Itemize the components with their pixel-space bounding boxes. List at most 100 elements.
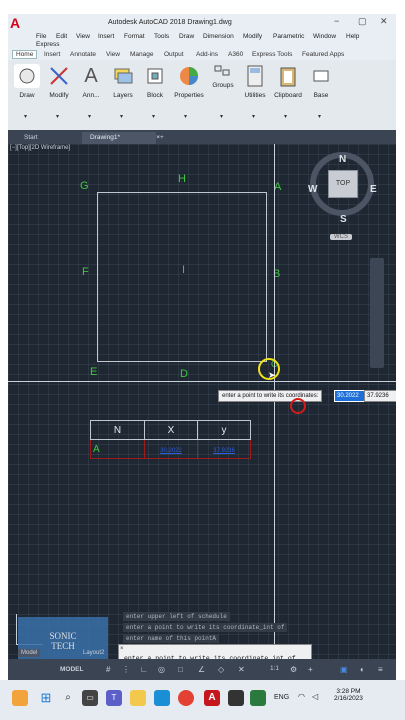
chrome-icon[interactable] — [178, 690, 194, 706]
menu-tools[interactable]: Tools — [154, 33, 169, 40]
cell-x: 30.2022 — [144, 439, 198, 459]
annotation-scale-icon[interactable]: ✕ — [238, 665, 245, 674]
panel-block[interactable]: Block ▾ — [140, 64, 170, 122]
menu-parametric[interactable]: Parametric — [273, 33, 304, 40]
panel-utilities[interactable]: Utilities ▾ — [240, 64, 270, 122]
autocad-taskbar-icon[interactable]: A — [204, 690, 220, 706]
isodraft-icon[interactable]: ◇ — [218, 665, 224, 674]
panel-properties[interactable]: Properties ▾ — [172, 64, 206, 122]
chevron-down-icon[interactable]: ▾ — [284, 113, 287, 120]
coordinate-x-input[interactable]: 30.2022 — [334, 390, 366, 402]
teams-icon[interactable]: T — [106, 690, 122, 706]
navigation-bar[interactable] — [370, 258, 384, 368]
chevron-down-icon[interactable]: ▾ — [24, 113, 27, 120]
tab-output[interactable]: Output — [164, 51, 184, 58]
tab-a360[interactable]: A360 — [228, 51, 243, 58]
isolate-icon[interactable]: ◐ — [360, 665, 365, 674]
app-icon[interactable] — [228, 690, 244, 706]
edge-icon[interactable] — [154, 690, 170, 706]
close-icon[interactable]: ✕ — [380, 16, 388, 27]
viewcube-top[interactable]: TOP — [328, 170, 358, 198]
tab-model[interactable]: Model — [18, 649, 41, 657]
panel-groups[interactable]: Groups ▾ — [208, 64, 238, 122]
snap-icon[interactable]: ⋮ — [122, 665, 130, 674]
chevron-down-icon[interactable]: ▾ — [88, 113, 91, 120]
panel-modify[interactable]: Modify ▾ — [44, 64, 74, 122]
tab-express-tools[interactable]: Express Tools — [252, 51, 292, 58]
weather-icon[interactable] — [12, 690, 28, 706]
scale-value[interactable]: 1:1 — [270, 665, 279, 672]
panel-base[interactable]: Base ▾ — [306, 64, 336, 122]
ortho-icon[interactable]: ∟ — [140, 665, 148, 674]
add-tab-icon[interactable]: + — [152, 132, 172, 144]
menu-file[interactable]: File — [36, 33, 46, 40]
tab-manage[interactable]: Manage — [130, 51, 154, 58]
table-row[interactable]: A 30.2022 37.9236 — [90, 439, 251, 459]
file-explorer-icon[interactable] — [130, 690, 146, 706]
app-icon-2[interactable] — [250, 690, 266, 706]
search-icon[interactable]: ⌕ — [60, 690, 76, 706]
drawn-rectangle[interactable] — [97, 192, 267, 362]
maximize-icon[interactable]: ▢ — [358, 16, 367, 27]
panel-layers[interactable]: Layers ▾ — [108, 64, 138, 122]
gear-icon[interactable]: ⚙ — [290, 665, 297, 674]
tab-featured-apps[interactable]: Featured Apps — [302, 51, 344, 58]
compass-south[interactable]: S — [340, 214, 347, 225]
viewport-controls[interactable]: [−][Top][2D Wireframe] — [10, 145, 70, 151]
taskbar-clock[interactable]: 3:28 PM 2/16/2023 — [334, 688, 363, 702]
chevron-down-icon[interactable]: ▾ — [252, 113, 255, 120]
tab-annotate[interactable]: Annotate — [70, 51, 96, 58]
tab-drawing1[interactable]: Drawing1* × — [82, 132, 160, 144]
menu-view[interactable]: View — [76, 33, 90, 40]
chevron-down-icon[interactable]: ▾ — [56, 113, 59, 120]
tab-home[interactable]: Home — [12, 50, 38, 59]
compass-west[interactable]: W — [308, 184, 317, 195]
tab-insert[interactable]: Insert — [44, 51, 60, 58]
panel-draw[interactable]: Draw ▾ — [12, 64, 42, 122]
speaker-icon[interactable]: ◁ — [312, 692, 318, 701]
otrack-icon[interactable]: ∠ — [198, 665, 205, 674]
chevron-down-icon[interactable]: ▾ — [152, 113, 155, 120]
menu-edit[interactable]: Edit — [56, 33, 67, 40]
coordinate-y-input[interactable]: 37.9236 — [364, 390, 396, 402]
panel-clipboard[interactable]: Clipboard ▾ — [272, 64, 304, 122]
menu-window[interactable]: Window — [313, 33, 336, 40]
base-view-icon — [308, 64, 334, 88]
minimize-icon[interactable]: − — [334, 16, 339, 26]
menu-help[interactable]: Help — [346, 33, 359, 40]
hardware-acceleration-icon[interactable]: ▣ — [340, 665, 348, 674]
tab-view[interactable]: View — [106, 51, 120, 58]
polar-icon[interactable]: ◎ — [158, 665, 165, 674]
compass-north[interactable]: N — [339, 154, 346, 165]
watermark-line1: SONIC — [49, 631, 77, 641]
chevron-down-icon[interactable]: ▾ — [120, 113, 123, 120]
menu-insert[interactable]: Insert — [98, 33, 114, 40]
chevron-down-icon[interactable]: ▾ — [318, 113, 321, 120]
plus-icon[interactable]: + — [308, 665, 313, 674]
wifi-icon[interactable]: ◠ — [298, 692, 305, 701]
task-view-icon[interactable]: ▭ — [82, 690, 98, 706]
grid-icon[interactable]: # — [106, 665, 110, 674]
menu-express[interactable]: Express — [36, 41, 59, 48]
start-icon[interactable]: ⊞ — [38, 690, 54, 706]
wcs-menu[interactable]: WCS — [330, 234, 352, 240]
model-space-button[interactable]: MODEL — [60, 666, 83, 673]
menu-draw[interactable]: Draw — [179, 33, 194, 40]
tab-start[interactable]: Start — [16, 132, 46, 144]
chevron-down-icon[interactable]: ▾ — [220, 113, 223, 120]
chevron-down-icon[interactable]: ▾ — [184, 113, 187, 120]
menu-modify[interactable]: Modify — [243, 33, 262, 40]
menu-dimension[interactable]: Dimension — [203, 33, 234, 40]
autocad-logo-icon[interactable]: A — [10, 16, 24, 30]
tab-layout2[interactable]: Layout2 — [80, 649, 107, 657]
drawing-viewport[interactable]: [−][Top][2D Wireframe] G H A F I B E D C… — [8, 144, 396, 680]
close-icon[interactable]: × — [120, 646, 124, 652]
tab-addins[interactable]: Add-ins — [196, 51, 218, 58]
language-indicator[interactable]: ENG — [274, 694, 289, 701]
menu-format[interactable]: Format — [124, 33, 145, 40]
compass-east[interactable]: E — [370, 184, 377, 195]
osnap-icon[interactable]: □ — [178, 665, 183, 674]
coordinate-schedule-table[interactable]: N X y A 30.2022 37.9236 — [90, 420, 251, 459]
panel-annotation[interactable]: A Ann... ▾ — [76, 64, 106, 122]
customize-icon[interactable]: ≡ — [378, 665, 383, 674]
